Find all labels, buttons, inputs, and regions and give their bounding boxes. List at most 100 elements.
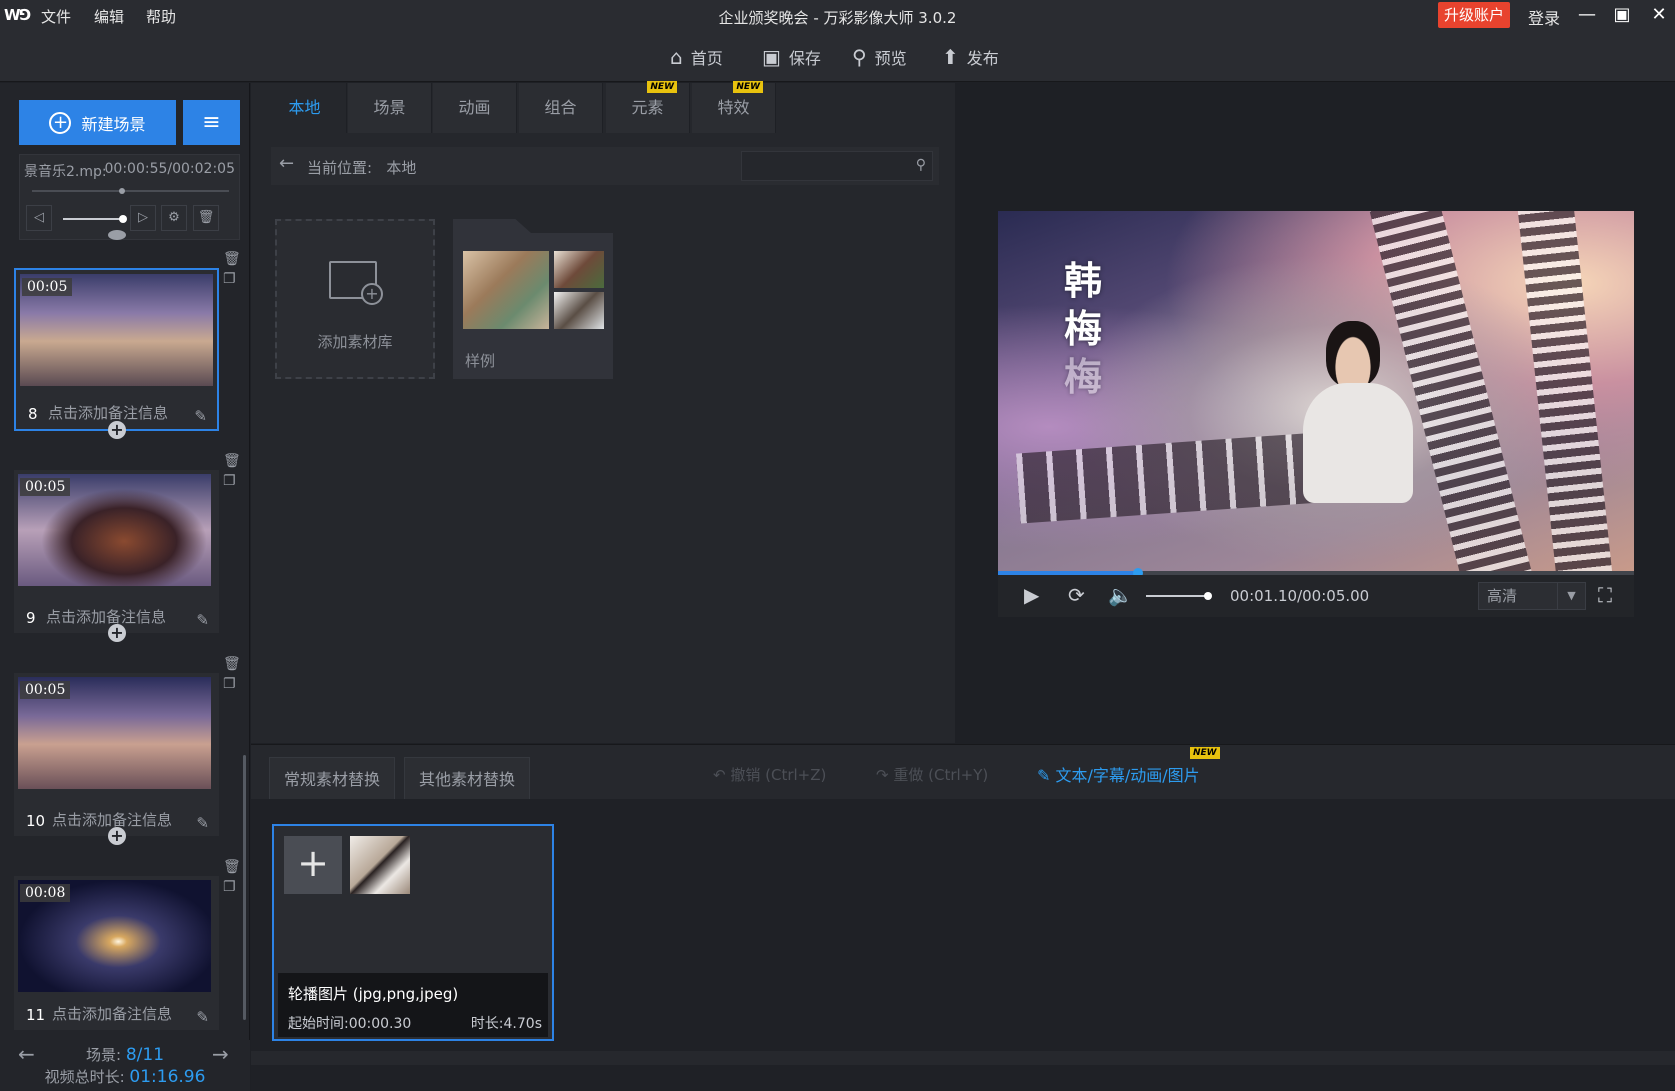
sample-image <box>463 251 549 329</box>
quality-select[interactable]: 高清 ▼ <box>1478 582 1586 610</box>
fullscreen-icon[interactable]: ⛶ <box>1598 583 1612 607</box>
music-progress-handle[interactable] <box>119 188 125 194</box>
volume-slider[interactable] <box>1146 592 1212 600</box>
undo-label: 撤销 (Ctrl+Z) <box>730 766 827 784</box>
card-duration: 时长:4.70s <box>470 1016 542 1032</box>
publish-button[interactable]: ⬆ 发布 <box>942 42 999 72</box>
location-bar: ← 当前位置: 本地 ⚲ <box>271 147 939 185</box>
login-link[interactable]: 登录 <box>1528 5 1560 29</box>
scene-list-scrollbar[interactable] <box>243 755 246 1020</box>
save-label: 保存 <box>788 49 821 68</box>
tab-effects-label: 特效 <box>717 98 750 117</box>
save-button[interactable]: ▣ 保存 <box>762 42 821 72</box>
chevron-up-icon[interactable] <box>108 230 126 240</box>
upgrade-account-button[interactable]: 升级账户 <box>1438 2 1510 28</box>
new-badge: NEW <box>647 81 677 93</box>
scene-note[interactable]: 点击添加备注信息 <box>48 402 168 423</box>
sample-image <box>554 251 604 288</box>
material-library: 本地 场景 动画 组合 元素 NEW 特效 NEW ← 当前位置: 本地 ⚲ +… <box>251 81 955 743</box>
volume-up-icon[interactable]: ▷ <box>130 205 156 231</box>
film-strip <box>1516 211 1616 571</box>
copy-scene-icon[interactable]: ❐ <box>223 676 236 692</box>
title-bar: W⅁ 文件 编辑 帮助 企业颁奖晚会 - 万彩影像大师 3.0.2 升级账户 登… <box>0 0 1675 32</box>
home-icon: ⌂ <box>670 45 683 69</box>
tab-scene[interactable]: 场景 <box>348 83 432 133</box>
scene-number: 10 <box>26 812 46 830</box>
scene-card-11[interactable]: 00:08 11 点击添加备注信息 ✎ <box>14 876 219 1030</box>
delete-scene-icon[interactable]: 🗑 <box>223 251 241 267</box>
video-preview[interactable]: 韩 梅 梅 <box>998 211 1634 571</box>
scene-duration: 00:08 <box>20 884 71 902</box>
add-scene-icon[interactable]: + <box>108 624 126 642</box>
location-label: 当前位置: <box>307 159 373 177</box>
new-scene-button[interactable]: + 新建场景 <box>19 100 176 145</box>
undo-button[interactable]: ↶ 撤销 (Ctrl+Z) <box>713 764 826 785</box>
scene-card-9[interactable]: 00:05 9 点击添加备注信息 ✎ <box>14 470 219 633</box>
sample-folder[interactable]: 样例 <box>453 219 613 379</box>
add-scene-icon[interactable]: + <box>108 421 126 439</box>
add-scene-icon[interactable]: + <box>108 827 126 845</box>
volume-icon[interactable]: 🔈 <box>1108 583 1133 607</box>
delete-scene-icon[interactable]: 🗑 <box>223 656 241 672</box>
volume-down-icon[interactable]: ◁ <box>26 205 52 231</box>
delete-music-icon[interactable]: 🗑 <box>193 205 219 231</box>
settings-icon[interactable]: ⚙ <box>161 205 187 231</box>
home-button[interactable]: ⌂ 首页 <box>670 42 723 72</box>
scene-counter: 场景: 8/11 <box>0 1044 250 1065</box>
pencil-icon: ✎ <box>1037 766 1051 785</box>
edit-icon[interactable]: ✎ <box>196 814 209 832</box>
preview-panel: 韩 梅 梅 ▶ ⟳ 🔈 00:01.10/00:05.00 高清 ▼ ⛶ <box>956 83 1675 743</box>
copy-scene-icon[interactable]: ❐ <box>223 879 236 895</box>
volume-handle[interactable] <box>1204 592 1212 600</box>
horizontal-scrollbar[interactable] <box>251 1051 1675 1065</box>
music-volume-slider[interactable] <box>63 215 127 223</box>
minimize-icon[interactable]: — <box>1573 2 1601 28</box>
scene-number: 11 <box>26 1006 46 1024</box>
maximize-icon[interactable]: ▣ <box>1608 2 1636 28</box>
copy-scene-icon[interactable]: ❐ <box>223 473 236 489</box>
play-icon[interactable]: ▶ <box>1024 583 1039 607</box>
tab-combination[interactable]: 组合 <box>519 83 603 133</box>
tab-regular-replace[interactable]: 常规素材替换 <box>269 757 396 800</box>
tab-element[interactable]: 元素 NEW <box>606 81 690 133</box>
add-library-button[interactable]: + 添加素材库 <box>275 219 435 379</box>
music-progress-bar[interactable] <box>32 188 229 194</box>
scene-note[interactable]: 点击添加备注信息 <box>46 606 166 627</box>
image-thumbnail[interactable] <box>350 836 410 894</box>
search-icon[interactable]: ⚲ <box>916 157 926 173</box>
tab-animation[interactable]: 动画 <box>433 83 517 133</box>
scene-number: 9 <box>26 609 36 627</box>
edit-icon[interactable]: ✎ <box>194 407 207 425</box>
home-label: 首页 <box>690 49 723 68</box>
close-icon[interactable]: ✕ <box>1645 2 1673 28</box>
search-input[interactable]: ⚲ <box>741 151 933 181</box>
tab-other-replace[interactable]: 其他素材替换 <box>404 757 531 800</box>
carousel-image-card[interactable]: + 轮播图片 (jpg,png,jpeg) 起始时间:00:00.30 时长:4… <box>272 824 554 1041</box>
copy-scene-icon[interactable]: ❐ <box>223 271 236 287</box>
plus-icon: + <box>361 283 383 305</box>
chevron-down-icon[interactable]: ▼ <box>1557 583 1585 609</box>
tab-effects[interactable]: 特效 NEW <box>692 81 776 133</box>
tab-local[interactable]: 本地 <box>263 83 347 133</box>
text-tool-button[interactable]: ✎ 文本/字幕/动画/图片 <box>1037 762 1200 786</box>
scene-navigation-footer: ← → 场景: 8/11 视频总时长: 01:16.96 <box>0 1040 250 1091</box>
scene-card-10[interactable]: 00:05 10 点击添加备注信息 ✎ <box>14 673 219 836</box>
total-duration-value: 01:16.96 <box>129 1067 206 1087</box>
sample-folder-label: 样例 <box>465 352 496 370</box>
edit-icon[interactable]: ✎ <box>196 611 209 629</box>
delete-scene-icon[interactable]: 🗑 <box>223 453 241 469</box>
music-volume-handle[interactable] <box>119 215 127 223</box>
preview-button[interactable]: ⚲ 预览 <box>852 42 907 72</box>
undo-icon: ↶ <box>713 766 726 784</box>
back-arrow-icon[interactable]: ← <box>279 153 294 174</box>
redo-button[interactable]: ↷ 重做 (Ctrl+Y) <box>876 764 988 785</box>
edit-icon[interactable]: ✎ <box>196 1008 209 1026</box>
scene-note[interactable]: 点击添加备注信息 <box>52 1003 172 1024</box>
scene-list-button[interactable]: ≡ <box>183 100 240 145</box>
redo-icon: ↷ <box>876 766 889 784</box>
add-image-button[interactable]: + <box>284 836 342 894</box>
scene-card-8[interactable]: 00:05 8 点击添加备注信息 ✎ <box>14 268 219 431</box>
replay-icon[interactable]: ⟳ <box>1068 583 1085 607</box>
delete-scene-icon[interactable]: 🗑 <box>223 859 241 875</box>
upload-icon: ⬆ <box>942 45 959 69</box>
